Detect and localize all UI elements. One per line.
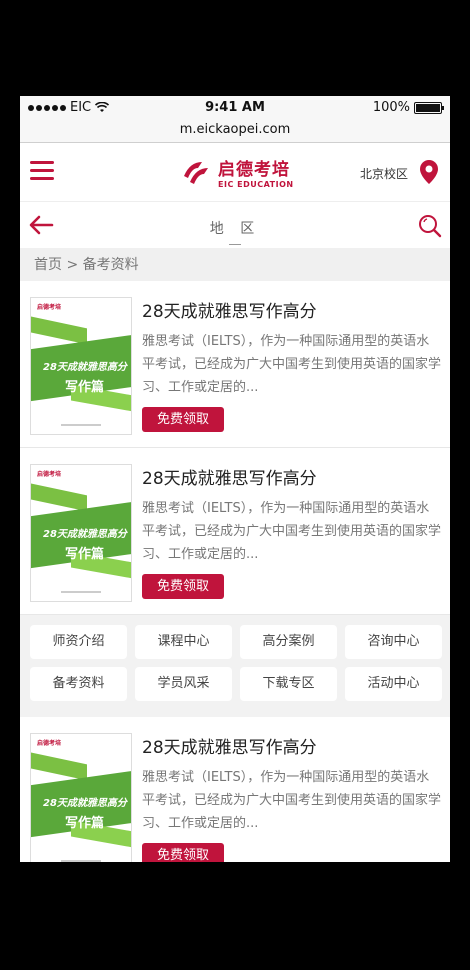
list-item[interactable]: 启德考培 28天成就雅思高分 写作篇 28天成就雅思写作高分 雅思考试（IELT… <box>20 448 450 615</box>
logo[interactable]: 启德考培 EIC EDUCATION <box>180 155 294 189</box>
menu-icon[interactable] <box>30 161 54 181</box>
book-cover[interactable]: 启德考培 28天成就雅思高分 写作篇 <box>30 733 132 862</box>
item-title[interactable]: 28天成就雅思写作高分 <box>142 297 317 322</box>
search-icon[interactable] <box>418 214 442 238</box>
site-header: 启德考培 EIC EDUCATION 北京校区 <box>20 143 450 202</box>
item-description: 雅思考试（IELTS），作为一种国际通用型的英语水平考试，已经成为广大中国考生到… <box>142 501 442 562</box>
campus-label[interactable]: 北京校区 <box>360 165 408 182</box>
battery-group: 100% <box>372 100 444 115</box>
nav-students[interactable]: 学员风采 <box>135 667 232 701</box>
logo-en: EIC EDUCATION <box>218 180 294 189</box>
nav-consult[interactable]: 咨询中心 <box>345 625 442 659</box>
book-cover[interactable]: 启德考培 28天成就雅思高分 写作篇 <box>30 464 132 602</box>
screen: EIC 9:41 AM 100% m.eickaopei.com 启德考培 EI… <box>20 96 450 862</box>
item-title[interactable]: 28天成就雅思写作高分 <box>142 733 317 758</box>
tab-underline <box>229 244 241 245</box>
logo-mark-icon <box>184 162 208 184</box>
location-pin-icon[interactable] <box>418 159 440 185</box>
nav-events[interactable]: 活动中心 <box>345 667 442 701</box>
category-nav: 师资介绍 课程中心 高分案例 咨询中心 备考资料 学员风采 下载专区 活动中心 <box>20 615 450 717</box>
nav-cases[interactable]: 高分案例 <box>240 625 337 659</box>
battery-icon <box>414 101 444 114</box>
item-description: 雅思考试（IELTS），作为一种国际通用型的英语水平考试，已经成为广大中国考生到… <box>142 334 442 395</box>
url-bar[interactable]: m.eickaopei.com <box>20 120 450 143</box>
battery-percent: 100% <box>372 100 410 115</box>
list-item[interactable]: 启德考培 28天成就雅思高分 写作篇 28天成就雅思写作高分 雅思考试（IELT… <box>20 717 450 862</box>
book-cover[interactable]: 启德考培 28天成就雅思高分 写作篇 <box>30 297 132 435</box>
item-description: 雅思考试（IELTS），作为一种国际通用型的英语水平考试，已经成为广大中国考生到… <box>142 770 442 831</box>
breadcrumb[interactable]: 首页 > 备考资料 <box>20 249 450 281</box>
nav-teachers[interactable]: 师资介绍 <box>30 625 127 659</box>
region-tab[interactable]: 地 区 <box>20 218 450 238</box>
list-item[interactable]: 启德考培 28天成就雅思高分 写作篇 28天成就雅思写作高分 雅思考试（IELT… <box>20 281 450 448</box>
free-claim-button[interactable]: 免费领取 <box>142 843 224 862</box>
item-title[interactable]: 28天成就雅思写作高分 <box>142 464 317 489</box>
logo-cn: 启德考培 <box>218 160 290 180</box>
nav-courses[interactable]: 课程中心 <box>135 625 232 659</box>
nav-downloads[interactable]: 下载专区 <box>240 667 337 701</box>
phone-frame: EIC 9:41 AM 100% m.eickaopei.com 启德考培 EI… <box>0 0 470 970</box>
free-claim-button[interactable]: 免费领取 <box>142 574 224 599</box>
region-bar: 地 区 <box>20 202 450 249</box>
nav-materials[interactable]: 备考资料 <box>30 667 127 701</box>
free-claim-button[interactable]: 免费领取 <box>142 407 224 432</box>
status-bar: EIC 9:41 AM 100% <box>20 96 450 120</box>
